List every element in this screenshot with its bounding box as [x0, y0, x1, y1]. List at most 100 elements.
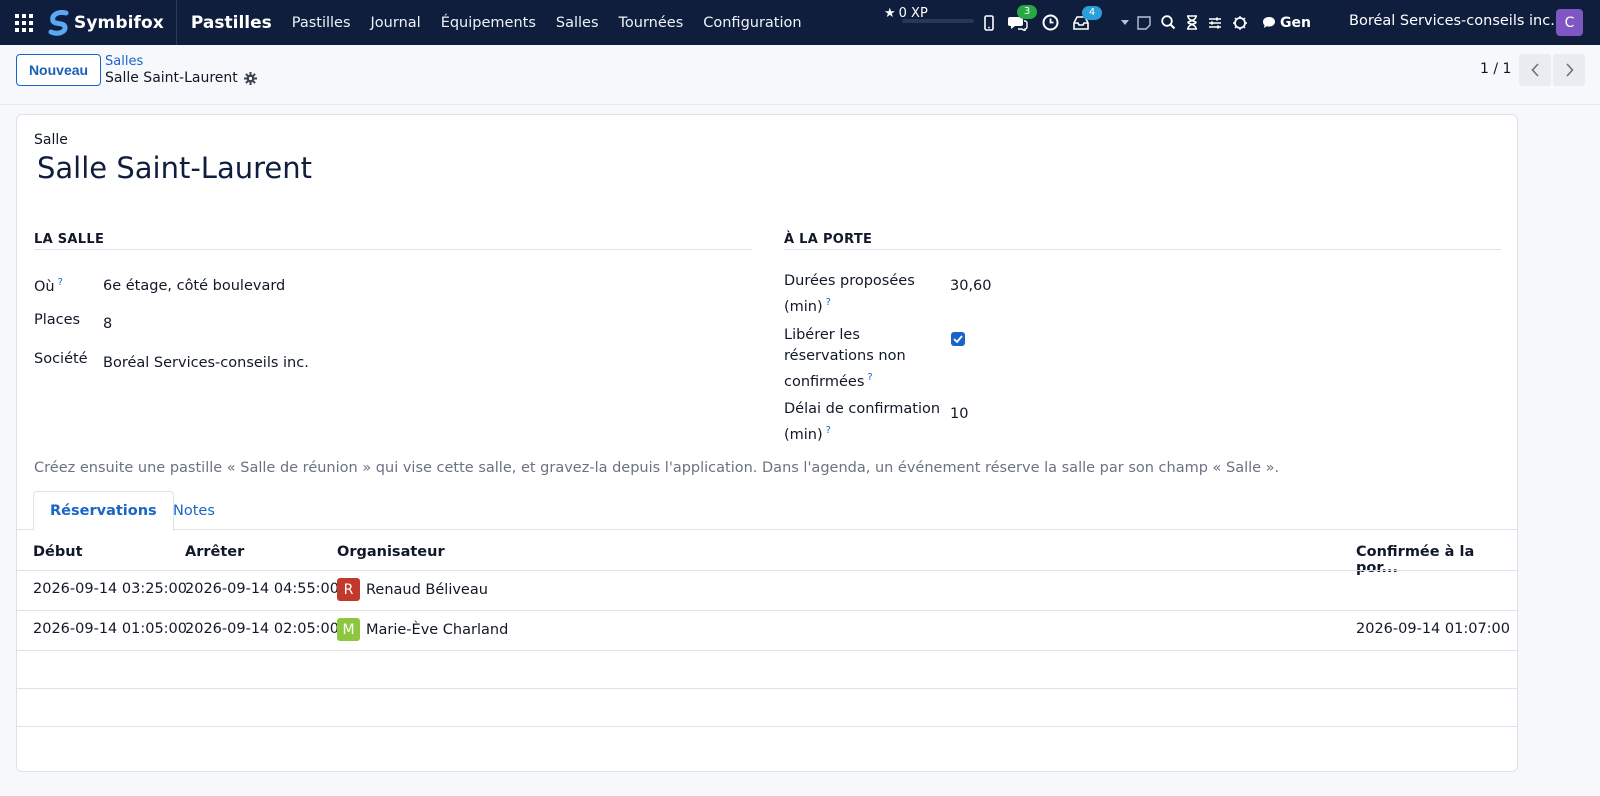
field-label-liberer: Libérer les réservations non confirmées? [784, 325, 906, 393]
row-divider [17, 688, 1517, 689]
main-menu: Pastilles Journal Équipements Salles Tou… [282, 15, 812, 31]
row-divider [17, 610, 1517, 611]
tab-notes[interactable]: Notes [157, 491, 231, 530]
pager-next-button[interactable] [1553, 54, 1585, 86]
gen-assistant-button[interactable]: Gen [1262, 15, 1311, 31]
checkmark-icon [953, 335, 963, 343]
breadcrumb-salles[interactable]: Salles [105, 54, 143, 69]
avatar: R [337, 578, 360, 601]
messages-badge: 3 [1017, 4, 1037, 19]
inbox-icon[interactable]: 4 [1073, 5, 1102, 30]
notebook-tabs: Réservations Notes [17, 491, 1517, 531]
help-text: Créez ensuite une pastille « Salle de ré… [34, 460, 1280, 476]
record-type-label: Salle [34, 132, 68, 148]
record-title[interactable]: Salle Saint-Laurent [37, 151, 312, 185]
caret-down-icon[interactable] [1121, 20, 1129, 25]
control-panel: Nouveau Salles Salle Saint-Laurent 1 / 1 [0, 45, 1600, 105]
field-label-delai-line1: Délai de confirmation [784, 401, 941, 417]
mobile-icon[interactable] [984, 14, 994, 31]
row-divider [17, 650, 1517, 651]
clock-icon[interactable] [1042, 14, 1059, 31]
systray: 3 4 Gen [984, 0, 1311, 45]
menu-journal[interactable]: Journal [361, 15, 431, 31]
top-navbar: Symbifox Pastilles Pastilles Journal Équ… [0, 0, 1600, 45]
form-sheet: Salle Salle Saint-Laurent LA SALLE Où? 6… [16, 114, 1518, 772]
field-value-durees[interactable]: 30,60 [950, 278, 992, 294]
field-label-ou: Où? [34, 272, 63, 298]
field-value-societe[interactable]: Boréal Services-conseils inc. [103, 355, 309, 371]
new-button[interactable]: Nouveau [16, 54, 101, 86]
menu-tournees[interactable]: Tournées [609, 15, 694, 31]
menu-pastilles[interactable]: Pastilles [282, 15, 361, 31]
field-label-ou-text: Où [34, 278, 55, 295]
brand-name: Symbifox [74, 12, 164, 33]
column-header-debut[interactable]: Début [33, 544, 83, 560]
help-tooltip-icon[interactable]: ? [867, 372, 872, 383]
menu-configuration[interactable]: Configuration [693, 15, 811, 31]
field-value-ou[interactable]: 6e étage, côté boulevard [103, 278, 285, 294]
brand-mark-icon [48, 9, 69, 36]
row-divider [17, 726, 1517, 727]
section-la-salle: LA SALLE [34, 232, 105, 247]
chevron-left-icon [1530, 63, 1539, 77]
field-label-places: Places [34, 312, 81, 328]
xp-progress-bar [902, 19, 974, 23]
sliders-icon[interactable] [1208, 16, 1222, 30]
field-value-delai[interactable]: 10 [950, 406, 968, 422]
field-label-durees-line2: (min) [784, 298, 823, 315]
hourglass-icon[interactable] [1186, 15, 1198, 30]
breadcrumb-current-label: Salle Saint-Laurent [105, 70, 238, 86]
chevron-right-icon [1565, 63, 1574, 77]
menu-salles[interactable]: Salles [546, 15, 609, 31]
apps-grid-icon[interactable] [0, 0, 48, 45]
column-header-confirmee[interactable]: Confirmée à la por... [1356, 544, 1517, 576]
column-header-organisateur[interactable]: Organisateur [337, 544, 445, 560]
field-label-delai-line2: (min) [784, 426, 823, 443]
gear-icon[interactable] [243, 71, 257, 85]
release-unconfirmed-checkbox[interactable] [951, 332, 965, 346]
avatar: M [337, 618, 360, 641]
field-value-places[interactable]: 8 [103, 316, 112, 332]
section-a-la-porte: À LA PORTE [784, 232, 873, 247]
field-label-delai: Délai de confirmation (min)? [784, 399, 940, 446]
field-label-liberer-line2: réservations non [784, 348, 906, 364]
company-switcher[interactable]: Boréal Services-conseils inc. [1349, 13, 1555, 29]
field-label-durees: Durées proposées (min)? [784, 271, 915, 318]
field-label-liberer-line1: Libérer les [784, 327, 860, 343]
section-divider [784, 249, 1501, 250]
field-label-durees-line1: Durées proposées [784, 273, 915, 289]
field-label-liberer-line3: confirmées [784, 373, 865, 390]
help-tooltip-icon[interactable]: ? [58, 277, 63, 288]
cell-start: 2026-09-14 01:05:00 [33, 621, 187, 637]
pager-previous-button[interactable] [1519, 54, 1551, 86]
help-tooltip-icon[interactable]: ? [826, 425, 831, 436]
organizer-name: Renaud Béliveau [366, 581, 488, 598]
brand-logo[interactable]: Symbifox [48, 0, 177, 45]
column-header-arreter[interactable]: Arrêter [185, 544, 244, 560]
cell-stop: 2026-09-14 02:05:00 [185, 621, 339, 637]
organizer-name: Marie-Ève Charland [366, 621, 509, 638]
star-icon: ★ [884, 6, 896, 21]
cell-organizer: M Marie-Ève Charland [337, 618, 508, 641]
row-divider [17, 570, 1517, 571]
chat-bubble-icon [1263, 17, 1275, 28]
section-divider [34, 249, 752, 250]
app-name[interactable]: Pastilles [191, 13, 272, 33]
gen-label: Gen [1280, 14, 1311, 31]
menu-equipements[interactable]: Équipements [431, 15, 546, 31]
pager-value[interactable]: 1 / 1 [1480, 61, 1511, 77]
breadcrumb-current: Salle Saint-Laurent [105, 70, 257, 86]
bug-icon[interactable] [1232, 15, 1248, 31]
tab-reservations[interactable]: Réservations [33, 491, 174, 531]
help-tooltip-icon[interactable]: ? [826, 297, 831, 308]
cell-organizer: R Renaud Béliveau [337, 578, 488, 601]
messages-icon[interactable]: 3 [1008, 4, 1037, 31]
activities-badge: 4 [1082, 5, 1102, 20]
cell-stop: 2026-09-14 04:55:00 [185, 581, 339, 597]
note-icon[interactable] [1137, 15, 1151, 30]
cell-confirmed: 2026-09-14 01:07:00 [1356, 621, 1510, 637]
field-label-societe: Société [34, 351, 88, 367]
search-icon[interactable] [1161, 15, 1176, 30]
user-avatar[interactable]: C [1556, 9, 1583, 36]
cell-start: 2026-09-14 03:25:00 [33, 581, 187, 597]
